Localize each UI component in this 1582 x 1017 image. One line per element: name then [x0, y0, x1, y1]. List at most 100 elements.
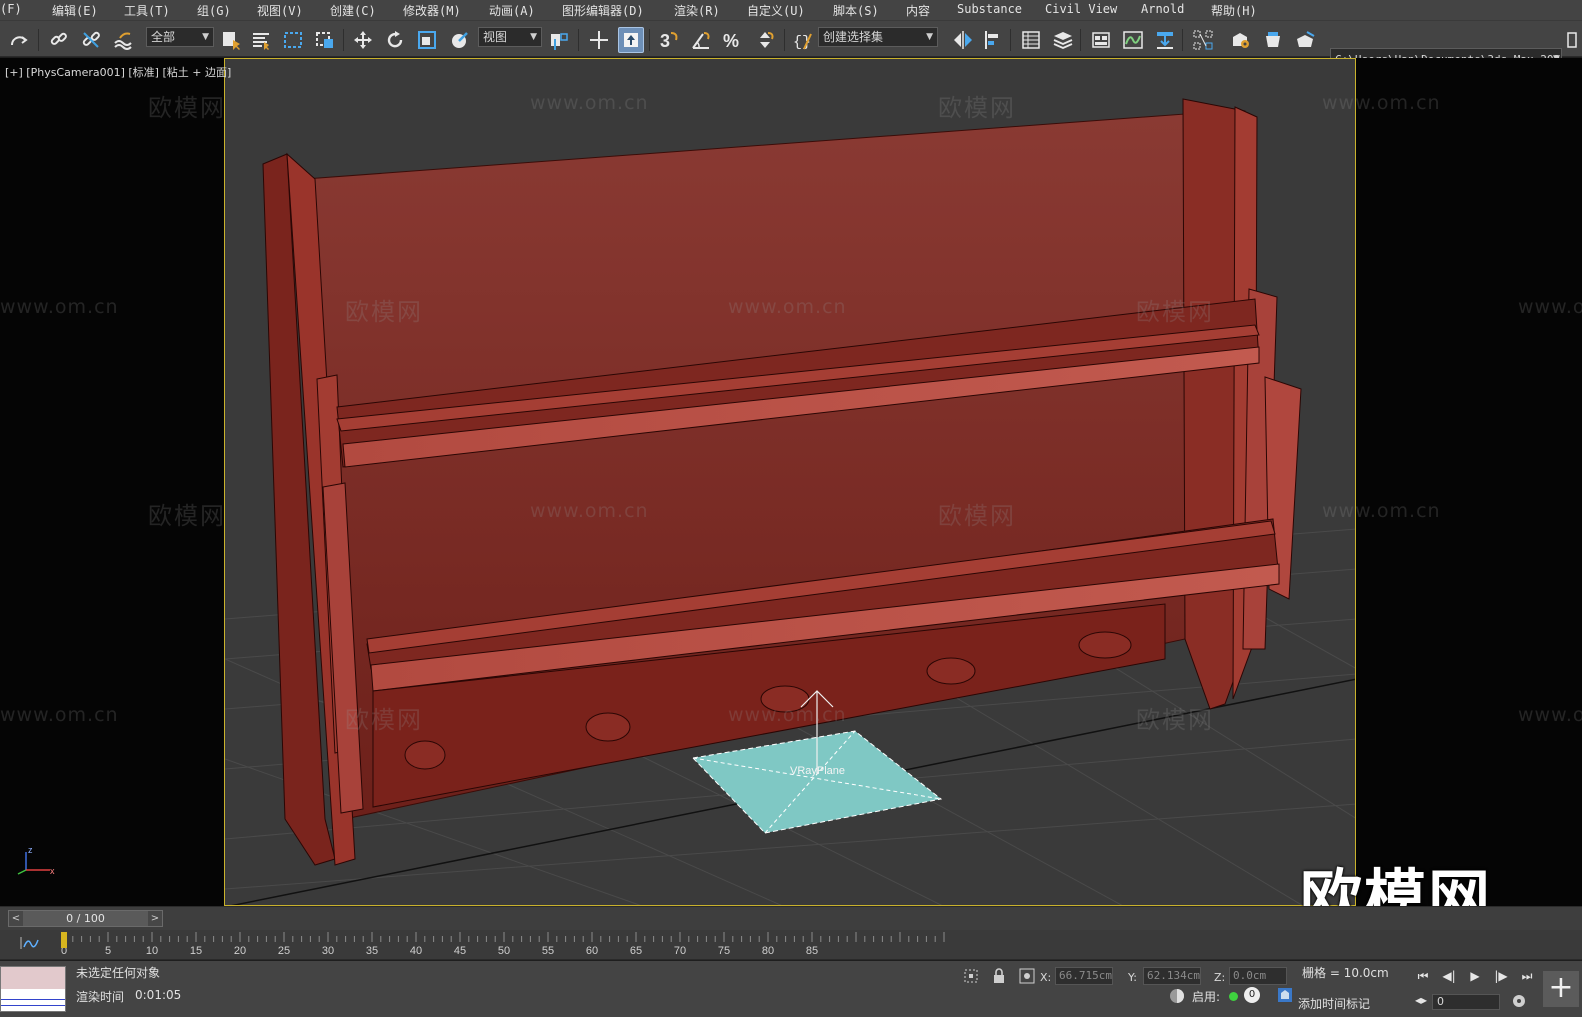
go-to-end-icon[interactable]: ⏭: [1516, 967, 1538, 985]
menu-content[interactable]: 内容: [906, 2, 930, 19]
current-frame-field[interactable]: 0: [1432, 994, 1500, 1010]
rendered-frame-window-icon[interactable]: [1260, 27, 1286, 53]
brand-logo: 欧模网: [1300, 862, 1493, 906]
select-and-rotate-icon[interactable]: [382, 27, 408, 53]
z-coordinate-field[interactable]: 0.0cm: [1229, 967, 1287, 985]
selection-lock-icon[interactable]: [990, 967, 1008, 985]
isolate-selection-icon[interactable]: [962, 967, 980, 985]
track-tick-label: 15: [190, 945, 202, 957]
next-frame-icon[interactable]: >: [148, 911, 162, 926]
viewport-label-menu[interactable]: [+] [PhysCamera001] [标准] [粘土 + 边面]: [5, 64, 231, 80]
menu-modifiers[interactable]: 修改器(M): [403, 2, 461, 19]
menu-arnold[interactable]: Arnold: [1141, 2, 1184, 16]
track-bar[interactable]: 0 5 10 15 20 25 30 35 40 45 50 55 60 65 70 75 80 85: [0, 930, 1582, 960]
time-configuration-icon[interactable]: [1510, 992, 1528, 1010]
svg-text:{}: {}: [793, 34, 811, 51]
snaps-3d-icon[interactable]: 3: [656, 27, 682, 53]
window-crossing-icon[interactable]: [312, 27, 338, 53]
keyboard-shortcut-override-icon[interactable]: [586, 27, 612, 53]
track-tick-label: 60: [586, 945, 598, 957]
mirror-icon[interactable]: [950, 27, 976, 53]
menu-file[interactable]: (F): [0, 2, 22, 16]
menu-scripting[interactable]: 脚本(S): [833, 2, 879, 19]
track-tick-label: 20: [234, 945, 246, 957]
schematic-view-icon[interactable]: [1152, 27, 1178, 53]
reference-coordinate-dropdown[interactable]: 视图 ▼: [478, 27, 542, 47]
menu-animation[interactable]: 动画(A): [489, 2, 535, 19]
grid-size-label: 栅格 = 10.0cm: [1302, 966, 1389, 980]
track-ruler[interactable]: 0 5 10 15 20 25 30 35 40 45 50 55 60 65 70 75 80 85: [0, 930, 1582, 960]
perspective-viewport[interactable]: [+] [PhysCamera001] [标准] [粘土 + 边面] VRayP…: [0, 58, 1582, 906]
play-icon[interactable]: ▶: [1464, 967, 1486, 985]
menu-customize[interactable]: 自定义(U): [747, 2, 805, 19]
enable-status-dot: [1229, 992, 1238, 1001]
x-coordinate-field[interactable]: 66.715cm: [1055, 967, 1113, 985]
render-setup-icon[interactable]: [1228, 27, 1254, 53]
layer-explorer-icon[interactable]: [1050, 27, 1076, 53]
maxscript-listener-mini[interactable]: [0, 966, 66, 1012]
add-viewport-layout-button[interactable]: +: [1543, 971, 1579, 1007]
menu-group[interactable]: 组(G): [197, 2, 231, 19]
axis-x-label: x: [50, 866, 55, 876]
redo-icon[interactable]: [6, 27, 32, 53]
previous-key-icon[interactable]: ◀|: [1438, 967, 1460, 985]
pivot-center-icon[interactable]: [546, 27, 572, 53]
bind-space-warp-icon[interactable]: [110, 27, 136, 53]
select-object-icon[interactable]: [218, 27, 244, 53]
watermark-text: 欧模网: [148, 94, 226, 122]
edit-named-selection-icon[interactable]: {}: [790, 27, 816, 53]
track-tick-label: 65: [630, 945, 642, 957]
menu-substance[interactable]: Substance: [957, 2, 1022, 16]
x-coordinate-label: X:: [1040, 971, 1052, 984]
snap-toggle-icon[interactable]: [618, 27, 644, 53]
menu-help[interactable]: 帮助(H): [1211, 2, 1257, 19]
align-icon[interactable]: [980, 27, 1006, 53]
time-slider[interactable]: < 0 / 100 >: [8, 910, 163, 927]
menu-views[interactable]: 视图(V): [257, 2, 303, 19]
scene-canvas[interactable]: VRayPlane: [225, 59, 1356, 906]
select-and-scale-icon[interactable]: [414, 27, 440, 53]
render-time-label: 渲染时间: [76, 990, 125, 1004]
go-to-start-icon[interactable]: ⏮: [1412, 967, 1434, 985]
rectangular-selection-icon[interactable]: [280, 27, 306, 53]
overflow-toolbar-icon[interactable]: [1564, 27, 1582, 53]
spinner-snap-icon[interactable]: [752, 27, 778, 53]
key-mode-toggle-icon[interactable]: ◂▸: [1410, 991, 1432, 1009]
enable-count-badge[interactable]: 0: [1244, 987, 1260, 1003]
menu-tools[interactable]: 工具(T): [124, 2, 170, 19]
menu-create[interactable]: 创建(C): [330, 2, 376, 19]
curve-editor-icon[interactable]: [1120, 27, 1146, 53]
material-editor-icon[interactable]: [1190, 27, 1216, 53]
time-slider-bar: < 0 / 100 >: [0, 906, 1582, 930]
place-object-icon[interactable]: [446, 27, 472, 53]
track-tick-label: 85: [806, 945, 818, 957]
select-and-move-icon[interactable]: [350, 27, 376, 53]
angle-snap-icon[interactable]: [688, 27, 714, 53]
unlink-selection-icon[interactable]: [78, 27, 104, 53]
adaptive-degradation-icon[interactable]: [1168, 987, 1186, 1005]
scene-explorer-icon[interactable]: [1018, 27, 1044, 53]
menu-graph-editors[interactable]: 图形编辑器(D): [562, 2, 644, 19]
toggle-ribbon-icon[interactable]: [1088, 27, 1114, 53]
track-tick-label: 5: [105, 945, 111, 957]
named-selection-set-dropdown[interactable]: 创建选择集 ▼: [818, 27, 938, 47]
next-key-icon[interactable]: |▶: [1490, 967, 1512, 985]
absolute-mode-transform-icon[interactable]: [1018, 967, 1036, 985]
current-frame-marker: [61, 932, 67, 948]
menu-civil-view[interactable]: Civil View: [1045, 2, 1117, 16]
select-and-link-icon[interactable]: [46, 27, 72, 53]
render-production-icon[interactable]: [1292, 27, 1318, 53]
svg-text:%: %: [723, 31, 739, 51]
menu-edit[interactable]: 编辑(E): [52, 2, 98, 19]
previous-frame-icon[interactable]: <: [9, 911, 23, 926]
z-coordinate-label: Z:: [1214, 971, 1226, 984]
y-coordinate-field[interactable]: 62.134cm: [1143, 967, 1201, 985]
percent-snap-icon[interactable]: %: [720, 27, 746, 53]
time-tag-icon[interactable]: [1276, 986, 1294, 1004]
menu-rendering[interactable]: 渲染(R): [674, 2, 720, 19]
selection-filter-dropdown[interactable]: 全部 ▼: [146, 27, 214, 47]
track-tick-label: 50: [498, 945, 510, 957]
render-time-value: 0:01:05: [135, 988, 182, 1002]
add-time-tag-button[interactable]: 添加时间标记: [1298, 995, 1370, 1012]
select-by-name-icon[interactable]: [248, 27, 274, 53]
